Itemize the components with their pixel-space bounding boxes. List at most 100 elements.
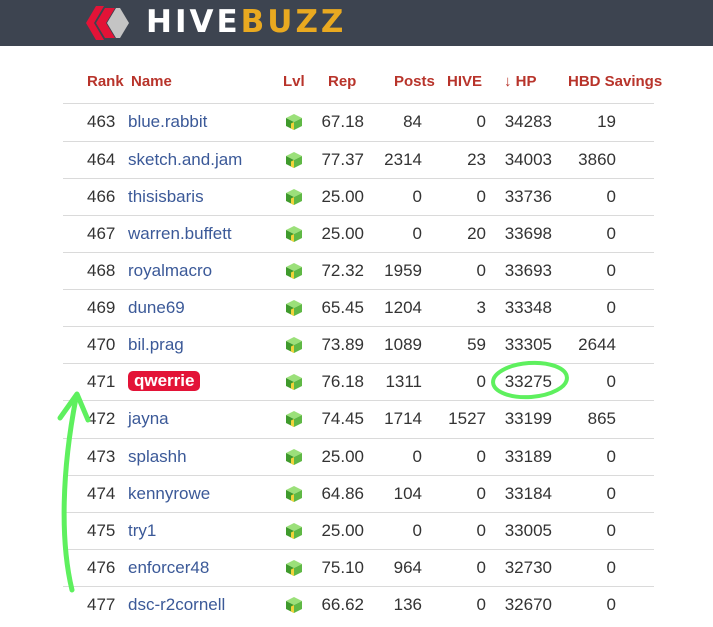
- rep-cell: 74.45: [321, 409, 364, 428]
- hbd-savings-cell: 0: [606, 224, 616, 243]
- posts-cell: 84: [403, 112, 422, 131]
- user-link[interactable]: kennyrowe: [128, 484, 210, 504]
- user-link[interactable]: dsc-r2cornell: [128, 595, 225, 615]
- hbd-savings-cell: 0: [606, 595, 616, 614]
- brand-buzz-text: BUZZ: [240, 4, 347, 40]
- posts-cell: 104: [393, 484, 422, 503]
- brand-hive-text: HIVE: [146, 4, 241, 40]
- brand-wordmark[interactable]: HIVEBUZZ: [146, 3, 346, 41]
- table-row: 467 warren.buffett 25.00 0 20 33698 0: [63, 215, 654, 253]
- posts-cell: 1204: [384, 298, 422, 317]
- green-cube-icon: [286, 152, 302, 168]
- hp-cell: 33184: [504, 484, 552, 503]
- hp-cell: 33305: [504, 335, 552, 354]
- rep-cell: 76.18: [321, 372, 364, 391]
- hp-cell: 33199: [504, 409, 552, 428]
- hive-logo-icon[interactable]: [86, 5, 130, 41]
- user-name-text: kennyrowe: [128, 484, 211, 503]
- green-cube-icon: [286, 597, 302, 613]
- user-name-text: thisisbaris: [128, 187, 204, 206]
- rank-cell: 473: [87, 447, 116, 466]
- user-link[interactable]: jayna: [128, 409, 169, 429]
- user-link[interactable]: warren.buffett: [128, 224, 232, 244]
- green-cube-icon: [286, 263, 302, 279]
- rank-cell: 463: [87, 112, 116, 131]
- user-link[interactable]: enforcer48: [128, 558, 209, 578]
- user-name-text: try1: [128, 521, 157, 540]
- table-row: 469 dune69 65.45 1204 3 33348 0: [63, 289, 654, 327]
- sort-desc-arrow-icon: ↓: [504, 73, 512, 90]
- posts-cell: 1311: [385, 372, 422, 391]
- hbd-savings-cell: 0: [606, 521, 616, 540]
- rep-cell: 25.00: [321, 187, 364, 206]
- hive-cell: 0: [476, 187, 486, 206]
- user-link[interactable]: bil.prag: [128, 335, 184, 355]
- column-header-rank[interactable]: Rank: [87, 73, 124, 90]
- rank-cell: 467: [87, 224, 116, 243]
- user-link[interactable]: dune69: [128, 298, 185, 318]
- posts-cell: 136: [393, 595, 422, 614]
- table-row: 464 sketch.and.jam 77.37 2314 23 34003 3…: [63, 141, 654, 179]
- column-header-posts[interactable]: Posts: [394, 73, 435, 90]
- user-name-text: royalmacro: [128, 261, 213, 280]
- hbd-savings-cell: 0: [606, 447, 616, 466]
- posts-cell: 2314: [384, 150, 422, 169]
- hive-cell: 20: [467, 224, 486, 243]
- rank-cell: 464: [87, 150, 116, 169]
- column-header-hp[interactable]: ↓ HP: [504, 73, 537, 90]
- rank-cell: 468: [87, 261, 116, 280]
- hbd-savings-cell: 0: [606, 187, 616, 206]
- rank-cell: 475: [87, 521, 116, 540]
- table-row: 477 dsc-r2cornell 66.62 136 0 32670 0: [63, 586, 654, 624]
- table-row: 468 royalmacro 72.32 1959 0 33693 0: [63, 252, 654, 290]
- user-link[interactable]: blue.rabbit: [128, 112, 207, 132]
- column-header-hbd-savings[interactable]: HBD Savings: [568, 73, 662, 90]
- column-header-rep[interactable]: Rep: [328, 73, 356, 90]
- table-row: 474 kennyrowe 64.86 104 0 33184 0: [63, 475, 654, 513]
- rank-cell: 476: [87, 558, 116, 577]
- user-link[interactable]: thisisbaris: [128, 187, 204, 207]
- hp-cell: 34283: [504, 112, 552, 131]
- column-header-name[interactable]: Name: [131, 73, 172, 90]
- green-cube-icon: [286, 486, 302, 502]
- rank-cell: 474: [87, 484, 116, 503]
- user-name-text: enforcer48: [128, 558, 210, 577]
- hp-cell: 33736: [504, 187, 552, 206]
- rep-cell: 73.89: [321, 335, 364, 354]
- hp-cell: 33348: [504, 298, 552, 317]
- hp-cell: 33189: [504, 447, 552, 466]
- posts-cell: 1089: [384, 335, 422, 354]
- green-cube-icon: [286, 337, 302, 353]
- rep-cell: 72.32: [321, 261, 364, 280]
- posts-cell: 964: [393, 558, 422, 577]
- hp-cell: 33693: [504, 261, 552, 280]
- rank-cell: 469: [87, 298, 116, 317]
- table-row: 473 splashh 25.00 0 0 33189 0: [63, 438, 654, 476]
- green-cube-icon: [286, 523, 302, 539]
- rank-cell: 471: [87, 372, 116, 391]
- column-header-lvl[interactable]: Lvl: [283, 73, 305, 90]
- green-cube-icon: [286, 449, 302, 465]
- hive-cell: 0: [476, 521, 486, 540]
- user-link[interactable]: splashh: [128, 447, 187, 467]
- user-link[interactable]: qwerrie: [128, 371, 201, 391]
- table-row: 476 enforcer48 75.10 964 0 32730 0: [63, 549, 654, 587]
- posts-cell: 0: [412, 224, 422, 243]
- hp-cell: 33005: [504, 521, 552, 540]
- rep-cell: 67.18: [321, 112, 364, 131]
- user-link[interactable]: sketch.and.jam: [128, 150, 242, 170]
- highlighted-user-badge[interactable]: qwerrie: [128, 371, 201, 391]
- table-row: 463 blue.rabbit 67.18 84 0 34283 19: [63, 103, 654, 141]
- table-row: 471 qwerrie 76.18 1311 0 33275 0: [63, 363, 654, 401]
- column-header-hive[interactable]: HIVE: [447, 73, 482, 90]
- table-row: 472 jayna 74.45 1714 1527 33199 865: [63, 400, 654, 438]
- green-cube-icon: [286, 560, 302, 576]
- hive-cell: 59: [467, 335, 486, 354]
- posts-cell: 0: [412, 521, 422, 540]
- hbd-savings-cell: 0: [606, 484, 616, 503]
- user-link[interactable]: royalmacro: [128, 261, 212, 281]
- user-link[interactable]: try1: [128, 521, 156, 541]
- rep-cell: 25.00: [321, 521, 364, 540]
- rep-cell: 65.45: [321, 298, 364, 317]
- rep-cell: 25.00: [321, 224, 364, 243]
